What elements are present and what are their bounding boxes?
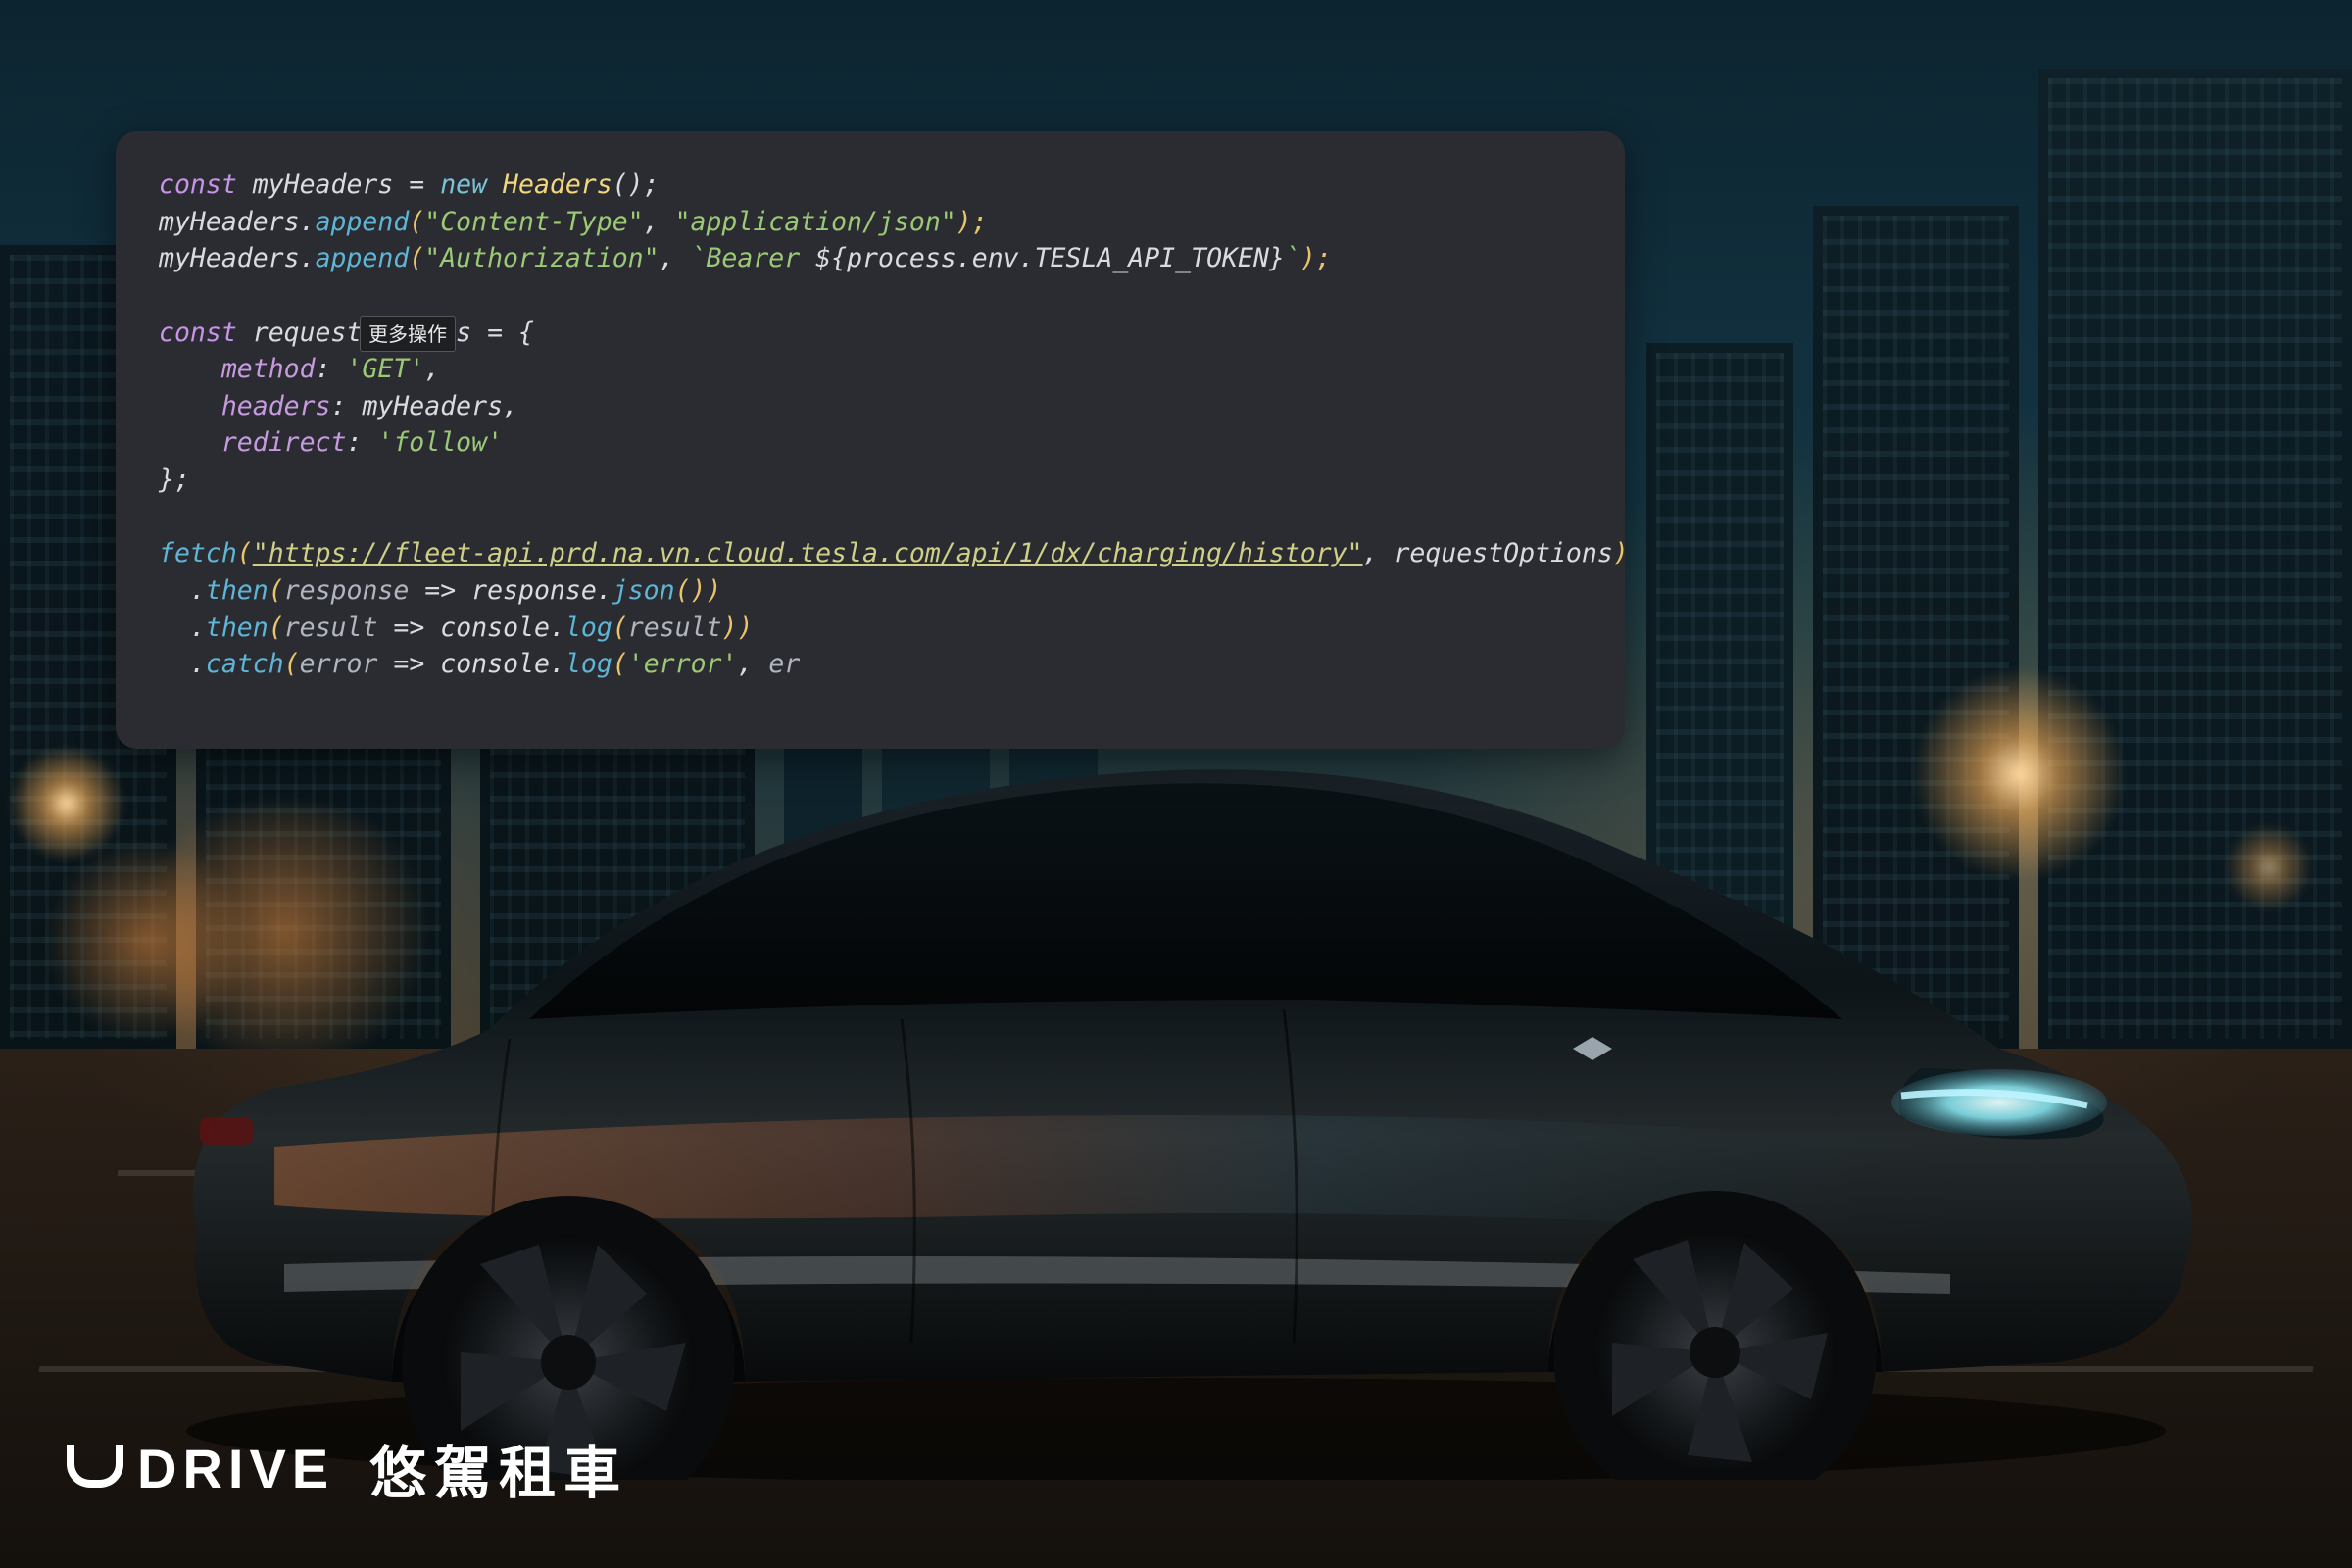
u-icon	[67, 1445, 123, 1488]
more-actions-tooltip: 更多操作	[360, 316, 456, 352]
brand-logo-en-text: DRIVE	[137, 1437, 334, 1500]
brand-logo-en: DRIVE	[67, 1437, 334, 1500]
streetlight-glow	[8, 745, 125, 862]
scene: 更多操作 const myHeaders = new Headers(); my…	[0, 0, 2352, 1568]
code-snippet-panel: 更多操作 const myHeaders = new Headers(); my…	[116, 131, 1625, 749]
car-illustration	[137, 657, 2215, 1480]
code-block[interactable]: const myHeaders = new Headers(); myHeade…	[159, 167, 1582, 683]
streetlight-glow	[2225, 823, 2313, 911]
brand-logo: DRIVE 悠駕租車	[67, 1427, 628, 1509]
brand-logo-cn: 悠駕租車	[369, 1427, 628, 1509]
